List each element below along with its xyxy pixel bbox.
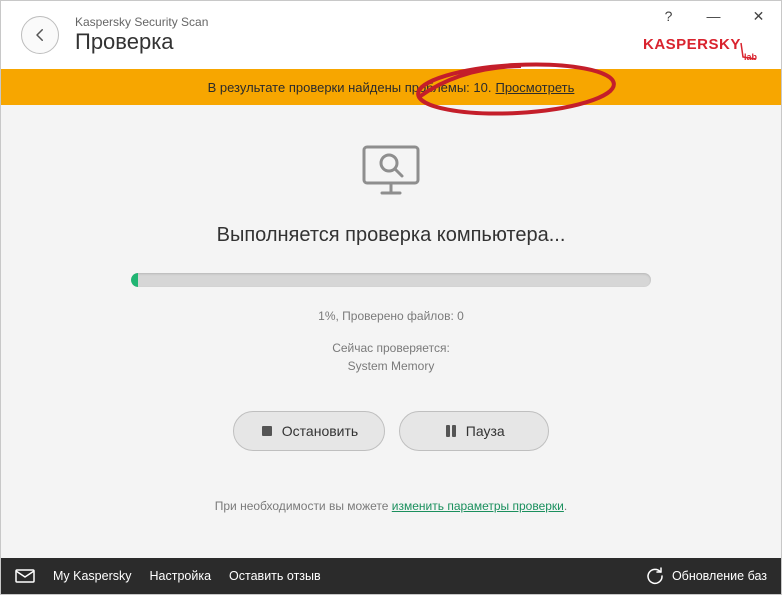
monitor-search-icon <box>358 143 424 206</box>
stop-button-label: Остановить <box>282 423 358 439</box>
mail-icon[interactable] <box>15 569 35 583</box>
brand-logo: KASPERSKY lab <box>643 33 759 63</box>
settings-link[interactable]: Настройка <box>150 569 212 583</box>
title-block: Kaspersky Security Scan Проверка <box>75 15 208 55</box>
scan-stat-line: 1%, Проверено файлов: 0 <box>318 309 464 323</box>
progress-bar-track <box>131 273 651 287</box>
pause-button-label: Пауза <box>466 423 505 439</box>
current-scan-label: Сейчас проверяется: <box>332 341 450 355</box>
feedback-link[interactable]: Оставить отзыв <box>229 569 321 583</box>
progress-bar-fill <box>131 273 138 287</box>
stop-button[interactable]: Остановить <box>233 411 385 451</box>
back-button[interactable] <box>21 16 59 54</box>
pause-button[interactable]: Пауза <box>399 411 549 451</box>
help-button[interactable]: ? <box>646 1 691 31</box>
footer-hint: При необходимости вы можете изменить пар… <box>215 499 567 529</box>
page-title: Проверка <box>75 29 208 55</box>
my-kaspersky-link[interactable]: My Kaspersky <box>53 569 132 583</box>
arrow-left-icon <box>31 26 49 44</box>
refresh-icon <box>646 567 664 585</box>
scan-headline: Выполняется проверка компьютера... <box>217 224 566 247</box>
update-button[interactable]: Обновление баз <box>646 567 767 585</box>
window-controls: ? — ✕ <box>646 1 781 31</box>
stop-icon <box>260 424 274 438</box>
pause-icon <box>444 424 458 438</box>
alert-view-link[interactable]: Просмотреть <box>495 80 574 95</box>
alert-text: В результате проверки найдены проблемы: … <box>208 80 492 95</box>
title-bar: Kaspersky Security Scan Проверка ? — ✕ K… <box>1 1 781 69</box>
update-label: Обновление баз <box>672 569 767 583</box>
current-scan-file: System Memory <box>348 359 435 373</box>
main-content: Выполняется проверка компьютера... 1%, П… <box>1 105 781 558</box>
close-button[interactable]: ✕ <box>736 1 781 31</box>
app-window: Kaspersky Security Scan Проверка ? — ✕ K… <box>0 0 782 595</box>
minimize-button[interactable]: — <box>691 1 736 31</box>
hint-suffix: . <box>564 499 567 513</box>
bottom-bar-left: My Kaspersky Настройка Оставить отзыв <box>15 569 321 583</box>
hint-link[interactable]: изменить параметры проверки <box>392 499 564 513</box>
app-name: Kaspersky Security Scan <box>75 15 208 29</box>
bottom-bar: My Kaspersky Настройка Оставить отзыв Об… <box>1 558 781 594</box>
action-buttons: Остановить Пауза <box>233 411 549 451</box>
hint-prefix: При необходимости вы можете <box>215 499 392 513</box>
alert-bar: В результате проверки найдены проблемы: … <box>1 69 781 105</box>
brand-text: KASPERSKY <box>643 36 741 53</box>
